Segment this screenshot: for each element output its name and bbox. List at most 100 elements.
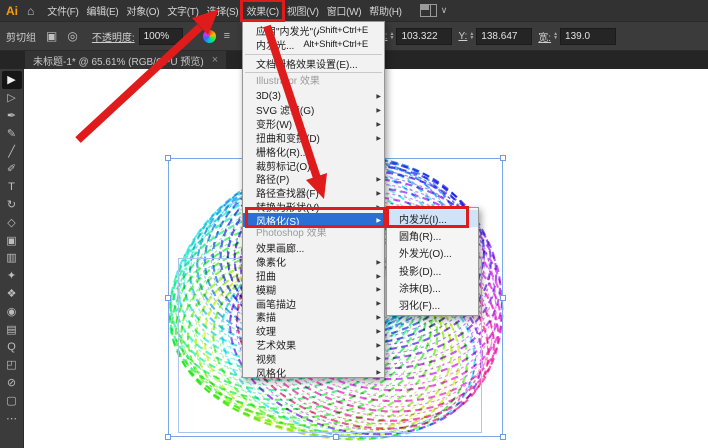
effect-menu-item-17[interactable]: 效果画廊...	[243, 241, 384, 255]
effect-menu-item-0[interactable]: 应用"内发光"(A)Shift+Ctrl+E	[243, 24, 384, 38]
effect-menu-item-12[interactable]: 路径(P) ▶	[243, 172, 384, 186]
menubar-item-0[interactable]: 文件(F)	[44, 3, 81, 18]
fill-stroke-swatches[interactable]: ◰	[2, 356, 22, 374]
effect-menu-item-22[interactable]: 素描 ▶	[243, 310, 384, 324]
rotate-tool[interactable]: ↻	[2, 196, 22, 214]
effect-menu-item-10[interactable]: 栅格化(R)...	[243, 144, 384, 159]
menu-shortcut: Shift+Ctrl+E	[319, 25, 368, 37]
tools-panel: ▶ ▷ ✒ ✎ ╱ ✐ T ↻ ◇ ▣ ▥ ✦ ❖ ◉ ▤ Q ◰ ⊘ ▢ ⋯	[0, 69, 24, 448]
effect-menu-item-24[interactable]: 艺术效果 ▶	[243, 338, 384, 352]
menubar-item-5[interactable]: 效果(C)	[240, 0, 285, 22]
blend-tool[interactable]: ❖	[2, 285, 22, 303]
stylize-submenu-item-3[interactable]: 投影(D)...	[387, 262, 478, 279]
panel-menu-icon[interactable]: ≡	[224, 30, 230, 42]
field-value[interactable]: 139.0	[560, 27, 617, 45]
selection-handle[interactable]	[500, 155, 506, 161]
workspace-switcher[interactable]: ∨	[419, 4, 447, 17]
document-tab[interactable]: 未标题-1* @ 65.61% (RGB/GPU 预览) ×	[25, 51, 227, 69]
opacity-label[interactable]: 不透明度:	[92, 29, 135, 44]
symbol-sprayer-tool[interactable]: ◉	[2, 302, 22, 320]
workspace-grid-icon	[419, 4, 437, 17]
effect-menu-item-1[interactable]: 内发光... Alt+Shift+Ctrl+E	[243, 38, 384, 52]
selection-tool[interactable]: ▶	[1, 71, 22, 89]
more-tools-icon: ⋯	[6, 412, 17, 425]
stepper-icon[interactable]: ▲ ▼	[553, 32, 558, 41]
effect-menu-item-9[interactable]: 扭曲和变换(D) ▶	[243, 131, 384, 145]
effect-menu-item-3[interactable]: 文档栅格效果设置(E)...	[243, 57, 384, 71]
menubar-item-1[interactable]: 编辑(E)	[84, 3, 122, 18]
direct-selection-tool[interactable]: ▷	[2, 89, 22, 107]
zoom-tool[interactable]: Q	[2, 338, 22, 356]
recolor-artwork-icon[interactable]	[202, 29, 216, 43]
effect-menu-item-26[interactable]: 风格化 ▶	[243, 365, 384, 380]
clip-options-icon[interactable]: ▣	[46, 29, 57, 43]
submenu-arrow-icon: ▶	[376, 259, 381, 266]
type-tool[interactable]: T	[2, 178, 22, 196]
effect-menu-item-11[interactable]: 裁剪标记(O)	[243, 158, 384, 173]
menubar-item-6[interactable]: 视图(V)	[284, 3, 322, 18]
stylize-submenu-item-2[interactable]: 外发光(O)...	[387, 244, 478, 261]
selection-handle[interactable]	[500, 434, 506, 440]
effect-menu-item-7[interactable]: SVG 滤镜(G) ▶	[243, 103, 384, 117]
color-none-indicator-icon: ⊘	[6, 376, 17, 389]
effect-menu-item-8[interactable]: 变形(W) ▶	[243, 117, 384, 131]
pen-tool[interactable]: ✒	[2, 107, 22, 125]
more-tools[interactable]: ⋯	[2, 409, 22, 427]
selection-handle[interactable]	[165, 155, 171, 161]
selection-handle[interactable]	[332, 434, 339, 440]
close-icon[interactable]: ×	[212, 54, 218, 66]
color-none-indicator[interactable]: ⊘	[2, 374, 22, 392]
pen-tool-icon: ✒	[6, 109, 17, 122]
home-icon[interactable]: ⌂	[25, 4, 43, 18]
direct-selection-tool-icon: ▷	[7, 92, 16, 105]
effect-menu-item-18[interactable]: 像素化 ▶	[243, 255, 384, 269]
paintbrush-tool[interactable]: ✐	[2, 160, 22, 178]
field-value[interactable]: 103.322	[396, 27, 453, 45]
menubar-item-2[interactable]: 对象(O)	[123, 3, 162, 18]
stylize-submenu: 内发光(I)... 圆角(R)... 外发光(O)... 投影(D)... 涂抹(B).…	[386, 207, 479, 317]
stylize-submenu-item-4[interactable]: 涂抹(B)...	[387, 279, 478, 296]
curvature-tool[interactable]: ✎	[2, 124, 22, 142]
line-segment-tool[interactable]: ╱	[2, 142, 22, 160]
menubar-item-3[interactable]: 文字(T)	[164, 3, 201, 18]
effect-menu-item-13[interactable]: 路径查找器(F) ▶	[243, 186, 384, 200]
effect-menu-item-6[interactable]: 3D(3) ▶	[243, 89, 384, 103]
menubar-item-4[interactable]: 选择(S)	[204, 3, 242, 18]
submenu-arrow-icon: ▶	[376, 356, 381, 363]
stepper-icon[interactable]: ▲ ▼	[389, 32, 394, 41]
submenu-arrow-icon: ▶	[376, 135, 381, 142]
effect-menu-item-19[interactable]: 扭曲 ▶	[243, 269, 384, 283]
stylize-submenu-item-5[interactable]: 羽化(F)...	[387, 296, 478, 313]
field-label: Y:	[458, 30, 468, 42]
effect-menu-item-20[interactable]: 模糊 ▶	[243, 282, 384, 297]
menubar-item-7[interactable]: 窗口(W)	[324, 3, 365, 18]
submenu-arrow-icon: ▶	[376, 218, 381, 225]
menu-section-header: Photoshop 效果	[256, 228, 327, 240]
menubar-item-8[interactable]: 帮助(H)	[366, 3, 404, 18]
opacity-value[interactable]: 100%	[138, 27, 183, 45]
selection-handle[interactable]	[500, 294, 506, 301]
selection-handle[interactable]	[165, 294, 171, 301]
effect-menu-item-23[interactable]: 纹理 ▶	[243, 324, 384, 338]
eyedropper-tool[interactable]: ✦	[2, 267, 22, 285]
shape-builder-tool[interactable]: ▣	[2, 231, 22, 249]
stylize-submenu-item-1[interactable]: 圆角(R)...	[387, 227, 478, 244]
stepper-icon[interactable]: ▲ ▼	[469, 32, 474, 41]
stylize-submenu-item-0[interactable]: 内发光(I)...	[387, 210, 478, 228]
field-label: 宽:	[538, 32, 552, 44]
submenu-arrow-icon: ▶	[376, 94, 381, 101]
gradient-tool-icon: ▥	[6, 252, 17, 265]
effect-menu-item-25[interactable]: 视频 ▶	[243, 351, 384, 366]
transform-field-1: Y: ▲ ▼ 138.647	[458, 27, 533, 45]
artboard-tool[interactable]: ▤	[2, 320, 22, 338]
effect-menu-item-14[interactable]: 转换为形状(V) ▶	[243, 200, 384, 214]
scale-tool[interactable]: ◇	[2, 213, 22, 231]
opacity-dropdown-icon[interactable]: ›	[188, 31, 191, 41]
field-value[interactable]: 138.647	[476, 27, 533, 45]
effect-menu-item-21[interactable]: 画笔描边 ▶	[243, 296, 384, 311]
effect-menu-item-15[interactable]: 风格化(S) ▶	[243, 213, 384, 228]
isolate-icon[interactable]: ◎	[67, 29, 77, 43]
gradient-tool[interactable]: ▥	[2, 249, 22, 267]
selection-handle[interactable]	[165, 434, 171, 440]
drawing-modes[interactable]: ▢	[2, 391, 22, 409]
